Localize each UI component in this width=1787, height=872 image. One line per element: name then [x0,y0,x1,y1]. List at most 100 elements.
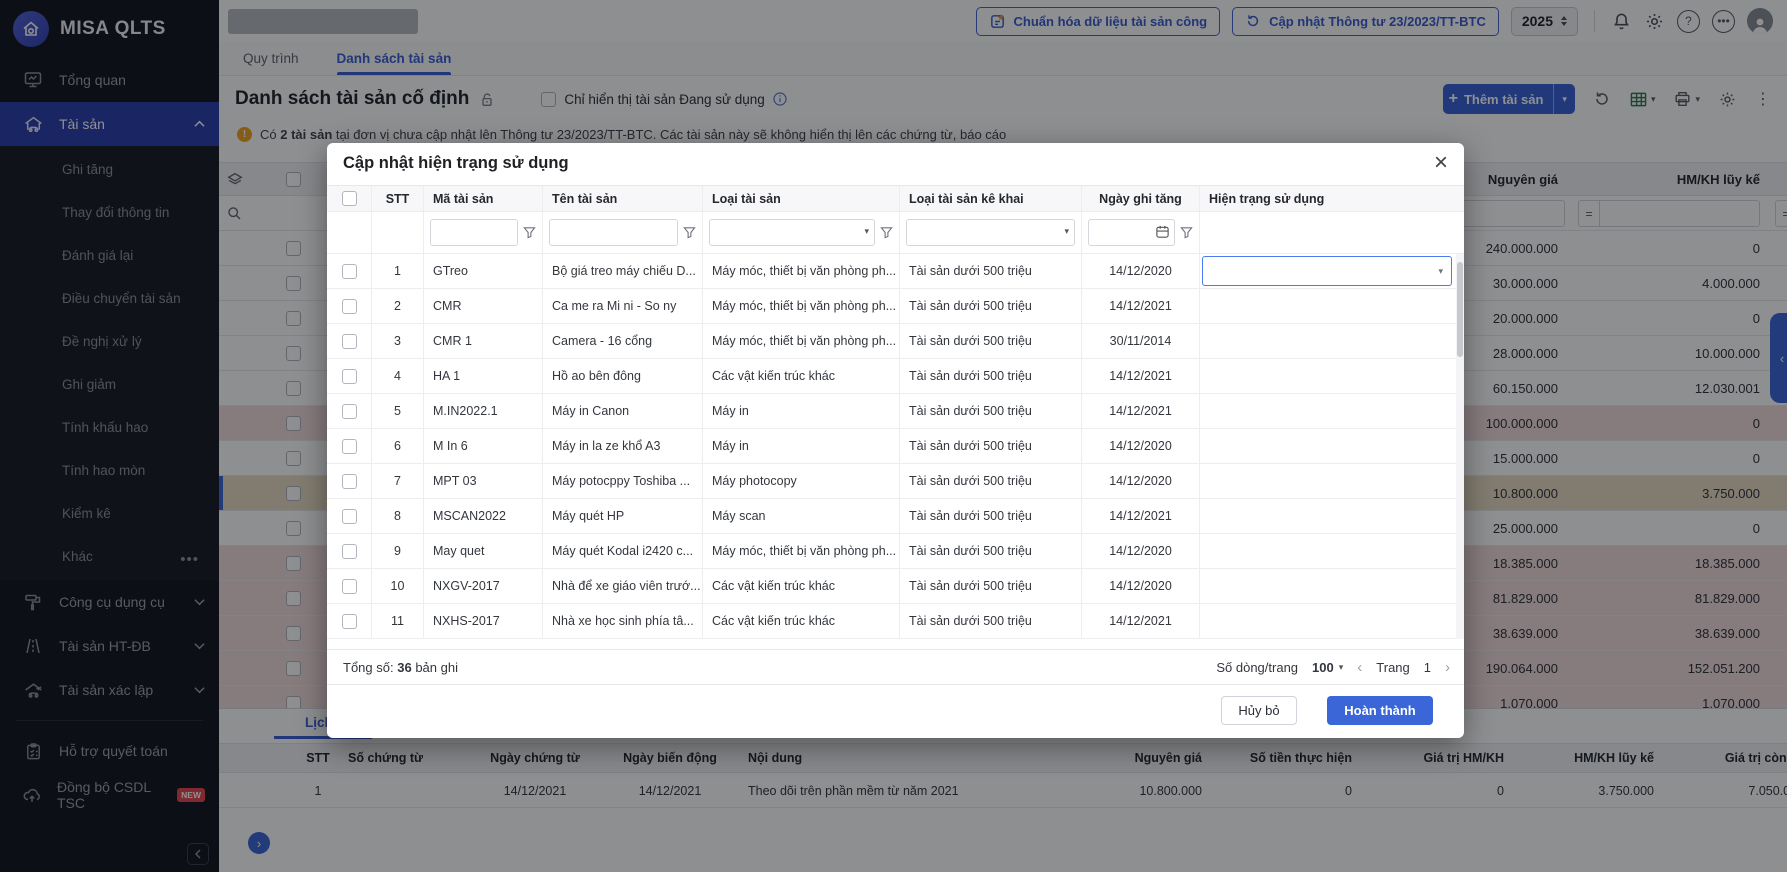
page-size-select[interactable]: 100▾ [1312,660,1343,675]
row-checkbox[interactable] [342,544,357,559]
cell-loai-ke-khai: Tài sản dưới 500 triệu [900,429,1082,463]
cell-loai-tai-san: Máy móc, thiết bị văn phòng ph... [703,324,900,358]
row-checkbox[interactable] [342,439,357,454]
scrollbar-thumb[interactable] [1457,262,1463,357]
cell-ten-tai-san: Máy in Canon [543,394,703,428]
app-window: MISA QLTS Tổng quan Tài sản ••• Ghi tăng… [0,0,1787,872]
asset-row[interactable]: 10 NXGV-2017 Nhà để xe giáo viên trướ...… [327,569,1464,604]
cell-stt: 11 [372,604,424,638]
chevron-down-icon: ▾ [864,226,869,237]
row-checkbox[interactable] [342,614,357,629]
cell-loai-tai-san: Máy in [703,429,900,463]
cell-loai-ke-khai: Tài sản dưới 500 triệu [900,464,1082,498]
asset-row[interactable]: 7 MPT 03 Máy potocppy Toshiba ... Máy ph… [327,464,1464,499]
cell-ten-tai-san: Máy in la ze khổ A3 [543,429,703,463]
cell-loai-ke-khai: Tài sản dưới 500 triệu [900,324,1082,358]
cell-ngay-ghi-tang: 14/12/2021 [1082,604,1200,638]
cell-loai-ke-khai: Tài sản dưới 500 triệu [900,359,1082,393]
cell-ma-tai-san: May quet [424,534,543,568]
cell-ngay-ghi-tang: 14/12/2021 [1082,499,1200,533]
cell-loai-tai-san: Các vật kiến trúc khác [703,359,900,393]
cell-ma-tai-san: GTreo [424,254,543,288]
cell-loai-ke-khai: Tài sản dưới 500 triệu [900,289,1082,323]
cell-ngay-ghi-tang: 14/12/2020 [1082,464,1200,498]
complete-button[interactable]: Hoàn thành [1327,696,1433,725]
cell-loai-tai-san: Máy in [703,394,900,428]
row-checkbox[interactable] [342,474,357,489]
asset-row[interactable]: 2 CMR Ca me ra Mi ni - So ny Máy móc, th… [327,289,1464,324]
column-header-loai-tai-san-ke-khai[interactable]: Loại tài sản kê khai [900,186,1082,211]
cell-ten-tai-san: Camera - 16 cổng [543,324,703,358]
row-checkbox[interactable] [342,404,357,419]
cell-stt: 4 [372,359,424,393]
cell-ngay-ghi-tang: 14/12/2021 [1082,394,1200,428]
column-header-ngay-ghi-tang[interactable]: Ngày ghi tăng [1082,186,1200,211]
page-size-label: Số dòng/trang [1216,660,1298,675]
column-header-hien-trang-su-dung[interactable]: Hiện trạng sử dụng [1200,186,1456,211]
cell-ma-tai-san: MSCAN2022 [424,499,543,533]
cell-ten-tai-san: Ca me ra Mi ni - So ny [543,289,703,323]
cell-ten-tai-san: Hồ ao bên đông [543,359,703,393]
filter-funnel-icon[interactable] [523,226,536,239]
next-page-icon[interactable]: › [1445,659,1450,676]
cell-loai-ke-khai: Tài sản dưới 500 triệu [900,394,1082,428]
asset-row[interactable]: 9 May quet Máy quét Kodal i2420 c... Máy… [327,534,1464,569]
column-header-ma-tai-san[interactable]: Mã tài sản [424,186,543,211]
cell-ten-tai-san: Nhà xe học sinh phía tâ... [543,604,703,638]
filter-loai-tai-san-select[interactable] [709,219,875,246]
asset-row[interactable]: 5 M.IN2022.1 Máy in Canon Máy in Tài sản… [327,394,1464,429]
dialog-footer: Tổng số: 36 bản ghi Số dòng/trang 100▾ ‹… [327,650,1464,685]
select-all-checkbox[interactable] [342,191,357,206]
cell-ma-tai-san: M.IN2022.1 [424,394,543,428]
asset-row[interactable]: 3 CMR 1 Camera - 16 cổng Máy móc, thiết … [327,324,1464,359]
cell-ngay-ghi-tang: 14/12/2020 [1082,429,1200,463]
cell-loai-tai-san: Máy móc, thiết bị văn phòng ph... [703,534,900,568]
cell-loai-tai-san: Máy scan [703,499,900,533]
cell-stt: 8 [372,499,424,533]
cell-loai-tai-san: Máy móc, thiết bị văn phòng ph... [703,254,900,288]
asset-row[interactable]: 8 MSCAN2022 Máy quét HP Máy scan Tài sản… [327,499,1464,534]
column-header-ten-tai-san[interactable]: Tên tài sản [543,186,703,211]
dialog-table-body: 1 GTreo Bộ giá treo máy chiếu D... Máy m… [327,254,1464,639]
cell-stt: 5 [372,394,424,428]
asset-row[interactable]: 1 GTreo Bộ giá treo máy chiếu D... Máy m… [327,254,1464,289]
cell-ma-tai-san: CMR 1 [424,324,543,358]
filter-funnel-icon[interactable] [683,226,696,239]
row-checkbox[interactable] [342,579,357,594]
cell-loai-ke-khai: Tài sản dưới 500 triệu [900,569,1082,603]
cell-ma-tai-san: CMR [424,289,543,323]
row-checkbox[interactable] [342,264,357,279]
filter-ma-tai-san-input[interactable] [430,219,518,246]
asset-row[interactable]: 6 M In 6 Máy in la ze khổ A3 Máy in Tài … [327,429,1464,464]
cell-loai-tai-san: Máy móc, thiết bị văn phòng ph... [703,289,900,323]
dialog-scrollbar[interactable] [1456,254,1464,639]
row-checkbox[interactable] [342,334,357,349]
cell-stt: 1 [372,254,424,288]
filter-loai-ke-khai-select[interactable] [906,219,1075,246]
calendar-icon[interactable] [1155,224,1170,239]
cancel-button[interactable]: Hủy bỏ [1221,696,1297,725]
close-icon[interactable]: × [1434,149,1448,178]
asset-row[interactable]: 4 HA 1 Hồ ao bên đông Các vật kiến trúc … [327,359,1464,394]
cell-ngay-ghi-tang: 14/12/2020 [1082,569,1200,603]
cell-loai-tai-san: Các vật kiến trúc khác [703,569,900,603]
cell-stt: 6 [372,429,424,463]
column-header-loai-tai-san[interactable]: Loại tài sản [703,186,900,211]
cell-loai-ke-khai: Tài sản dưới 500 triệu [900,499,1082,533]
dialog-title: Cập nhật hiện trạng sử dụng [343,154,569,173]
row-checkbox[interactable] [342,369,357,384]
row-checkbox[interactable] [342,299,357,314]
usage-status-dropdown[interactable]: ▾ [1202,256,1452,286]
column-header-stt[interactable]: STT [372,186,424,211]
cell-stt: 9 [372,534,424,568]
cell-ten-tai-san: Máy quét Kodal i2420 c... [543,534,703,568]
filter-funnel-icon[interactable] [1180,226,1193,239]
filter-ten-tai-san-input[interactable] [549,219,678,246]
cell-ngay-ghi-tang: 30/11/2014 [1082,324,1200,358]
asset-row[interactable]: 11 NXHS-2017 Nhà xe học sinh phía tâ... … [327,604,1464,639]
cell-ten-tai-san: Nhà để xe giáo viên trướ... [543,569,703,603]
filter-funnel-icon[interactable] [880,226,893,239]
prev-page-icon[interactable]: ‹ [1357,659,1362,676]
row-checkbox[interactable] [342,509,357,524]
cell-ma-tai-san: NXGV-2017 [424,569,543,603]
